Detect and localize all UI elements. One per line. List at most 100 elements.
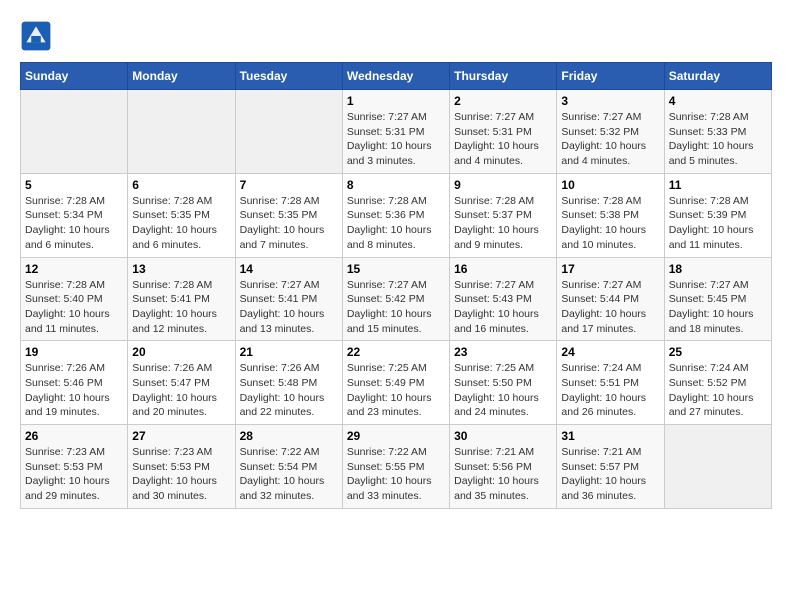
day-info: Sunrise: 7:28 AM Sunset: 5:34 PM Dayligh… [25,194,123,253]
day-number: 24 [561,345,659,359]
calendar-cell: 22 Sunrise: 7:25 AM Sunset: 5:49 PM Dayli… [342,341,449,425]
calendar-cell: 29 Sunrise: 7:22 AM Sunset: 5:55 PM Dayli… [342,425,449,509]
day-number: 2 [454,94,552,108]
calendar-cell: 1 Sunrise: 7:27 AM Sunset: 5:31 PM Daylig… [342,90,449,174]
calendar-cell: 13Sunrise: 7:28 AM Sunset: 5:41 PM Dayli… [128,257,235,341]
day-info: Sunrise: 7:27 AM Sunset: 5:31 PM Dayligh… [454,110,552,169]
calendar-cell: 20 Sunrise: 7:26 AM Sunset: 5:47 PM Dayli… [128,341,235,425]
day-number: 22 [347,345,445,359]
calendar-cell: 2 Sunrise: 7:27 AM Sunset: 5:31 PM Daylig… [450,90,557,174]
day-number: 1 [347,94,445,108]
calendar-cell [664,425,771,509]
day-number: 11 [669,178,767,192]
day-number: 15 [347,262,445,276]
calendar-cell: 17 Sunrise: 7:27 AM Sunset: 5:44 PM Dayli… [557,257,664,341]
calendar-table: SundayMondayTuesdayWednesdayThursdayFrid… [20,62,772,509]
calendar-cell: 5 Sunrise: 7:28 AM Sunset: 5:34 PM Daylig… [21,173,128,257]
calendar-cell: 25Sunrise: 7:24 AM Sunset: 5:52 PM Dayli… [664,341,771,425]
day-info: Sunrise: 7:23 AM Sunset: 5:53 PM Dayligh… [25,445,123,504]
day-info: Sunrise: 7:26 AM Sunset: 5:46 PM Dayligh… [25,361,123,420]
calendar-cell: 6 Sunrise: 7:28 AM Sunset: 5:35 PM Daylig… [128,173,235,257]
calendar-cell: 15Sunrise: 7:27 AM Sunset: 5:42 PM Dayli… [342,257,449,341]
day-info: Sunrise: 7:27 AM Sunset: 5:44 PM Dayligh… [561,278,659,337]
day-info: Sunrise: 7:28 AM Sunset: 5:33 PM Dayligh… [669,110,767,169]
day-info: Sunrise: 7:28 AM Sunset: 5:36 PM Dayligh… [347,194,445,253]
day-info: Sunrise: 7:27 AM Sunset: 5:31 PM Dayligh… [347,110,445,169]
header-monday: Monday [128,63,235,90]
logo-icon [20,20,52,52]
calendar-cell: 7 Sunrise: 7:28 AM Sunset: 5:35 PM Daylig… [235,173,342,257]
calendar-cell [21,90,128,174]
day-number: 21 [240,345,338,359]
day-number: 27 [132,429,230,443]
day-info: Sunrise: 7:26 AM Sunset: 5:48 PM Dayligh… [240,361,338,420]
day-info: Sunrise: 7:28 AM Sunset: 5:35 PM Dayligh… [240,194,338,253]
day-info: Sunrise: 7:28 AM Sunset: 5:38 PM Dayligh… [561,194,659,253]
calendar-cell: 19 Sunrise: 7:26 AM Sunset: 5:46 PM Dayli… [21,341,128,425]
day-info: Sunrise: 7:24 AM Sunset: 5:51 PM Dayligh… [561,361,659,420]
calendar-cell: 31 Sunrise: 7:21 AM Sunset: 5:57 PM Dayli… [557,425,664,509]
calendar-cell: 28Sunrise: 7:22 AM Sunset: 5:54 PM Dayli… [235,425,342,509]
calendar-week-4: 19 Sunrise: 7:26 AM Sunset: 5:46 PM Dayli… [21,341,772,425]
calendar-week-2: 5 Sunrise: 7:28 AM Sunset: 5:34 PM Daylig… [21,173,772,257]
logo [20,20,56,52]
day-number: 3 [561,94,659,108]
day-number: 10 [561,178,659,192]
day-number: 19 [25,345,123,359]
calendar-cell: 10 Sunrise: 7:28 AM Sunset: 5:38 PM Dayli… [557,173,664,257]
calendar-cell: 4 Sunrise: 7:28 AM Sunset: 5:33 PM Daylig… [664,90,771,174]
day-number: 17 [561,262,659,276]
day-info: Sunrise: 7:27 AM Sunset: 5:45 PM Dayligh… [669,278,767,337]
day-number: 16 [454,262,552,276]
header-tuesday: Tuesday [235,63,342,90]
calendar-cell: 11 Sunrise: 7:28 AM Sunset: 5:39 PM Dayli… [664,173,771,257]
calendar-week-5: 26 Sunrise: 7:23 AM Sunset: 5:53 PM Dayli… [21,425,772,509]
header-thursday: Thursday [450,63,557,90]
calendar-cell: 21 Sunrise: 7:26 AM Sunset: 5:48 PM Dayli… [235,341,342,425]
header-sunday: Sunday [21,63,128,90]
calendar-cell: 16 Sunrise: 7:27 AM Sunset: 5:43 PM Dayli… [450,257,557,341]
day-info: Sunrise: 7:28 AM Sunset: 5:39 PM Dayligh… [669,194,767,253]
day-info: Sunrise: 7:28 AM Sunset: 5:40 PM Dayligh… [25,278,123,337]
calendar-cell: 27Sunrise: 7:23 AM Sunset: 5:53 PM Dayli… [128,425,235,509]
calendar-cell: 18 Sunrise: 7:27 AM Sunset: 5:45 PM Dayli… [664,257,771,341]
day-info: Sunrise: 7:28 AM Sunset: 5:35 PM Dayligh… [132,194,230,253]
day-info: Sunrise: 7:27 AM Sunset: 5:32 PM Dayligh… [561,110,659,169]
day-number: 12 [25,262,123,276]
header-friday: Friday [557,63,664,90]
day-number: 30 [454,429,552,443]
day-number: 26 [25,429,123,443]
calendar-week-1: 1 Sunrise: 7:27 AM Sunset: 5:31 PM Daylig… [21,90,772,174]
calendar-cell: 8Sunrise: 7:28 AM Sunset: 5:36 PM Daylig… [342,173,449,257]
calendar-header-row: SundayMondayTuesdayWednesdayThursdayFrid… [21,63,772,90]
day-number: 4 [669,94,767,108]
day-info: Sunrise: 7:25 AM Sunset: 5:49 PM Dayligh… [347,361,445,420]
calendar-cell: 26 Sunrise: 7:23 AM Sunset: 5:53 PM Dayli… [21,425,128,509]
day-info: Sunrise: 7:27 AM Sunset: 5:41 PM Dayligh… [240,278,338,337]
day-info: Sunrise: 7:25 AM Sunset: 5:50 PM Dayligh… [454,361,552,420]
day-info: Sunrise: 7:27 AM Sunset: 5:43 PM Dayligh… [454,278,552,337]
page-header [20,20,772,52]
day-number: 7 [240,178,338,192]
calendar-cell: 30 Sunrise: 7:21 AM Sunset: 5:56 PM Dayli… [450,425,557,509]
day-info: Sunrise: 7:22 AM Sunset: 5:55 PM Dayligh… [347,445,445,504]
calendar-cell: 9 Sunrise: 7:28 AM Sunset: 5:37 PM Daylig… [450,173,557,257]
day-info: Sunrise: 7:21 AM Sunset: 5:57 PM Dayligh… [561,445,659,504]
day-info: Sunrise: 7:28 AM Sunset: 5:37 PM Dayligh… [454,194,552,253]
calendar-cell: 23Sunrise: 7:25 AM Sunset: 5:50 PM Dayli… [450,341,557,425]
day-number: 29 [347,429,445,443]
day-info: Sunrise: 7:28 AM Sunset: 5:41 PM Dayligh… [132,278,230,337]
calendar-cell: 14Sunrise: 7:27 AM Sunset: 5:41 PM Dayli… [235,257,342,341]
day-number: 9 [454,178,552,192]
day-number: 18 [669,262,767,276]
day-number: 5 [25,178,123,192]
calendar-cell [128,90,235,174]
day-number: 6 [132,178,230,192]
day-info: Sunrise: 7:21 AM Sunset: 5:56 PM Dayligh… [454,445,552,504]
calendar-week-3: 12 Sunrise: 7:28 AM Sunset: 5:40 PM Dayli… [21,257,772,341]
day-number: 20 [132,345,230,359]
day-number: 28 [240,429,338,443]
day-number: 31 [561,429,659,443]
day-info: Sunrise: 7:26 AM Sunset: 5:47 PM Dayligh… [132,361,230,420]
calendar-cell: 3 Sunrise: 7:27 AM Sunset: 5:32 PM Daylig… [557,90,664,174]
